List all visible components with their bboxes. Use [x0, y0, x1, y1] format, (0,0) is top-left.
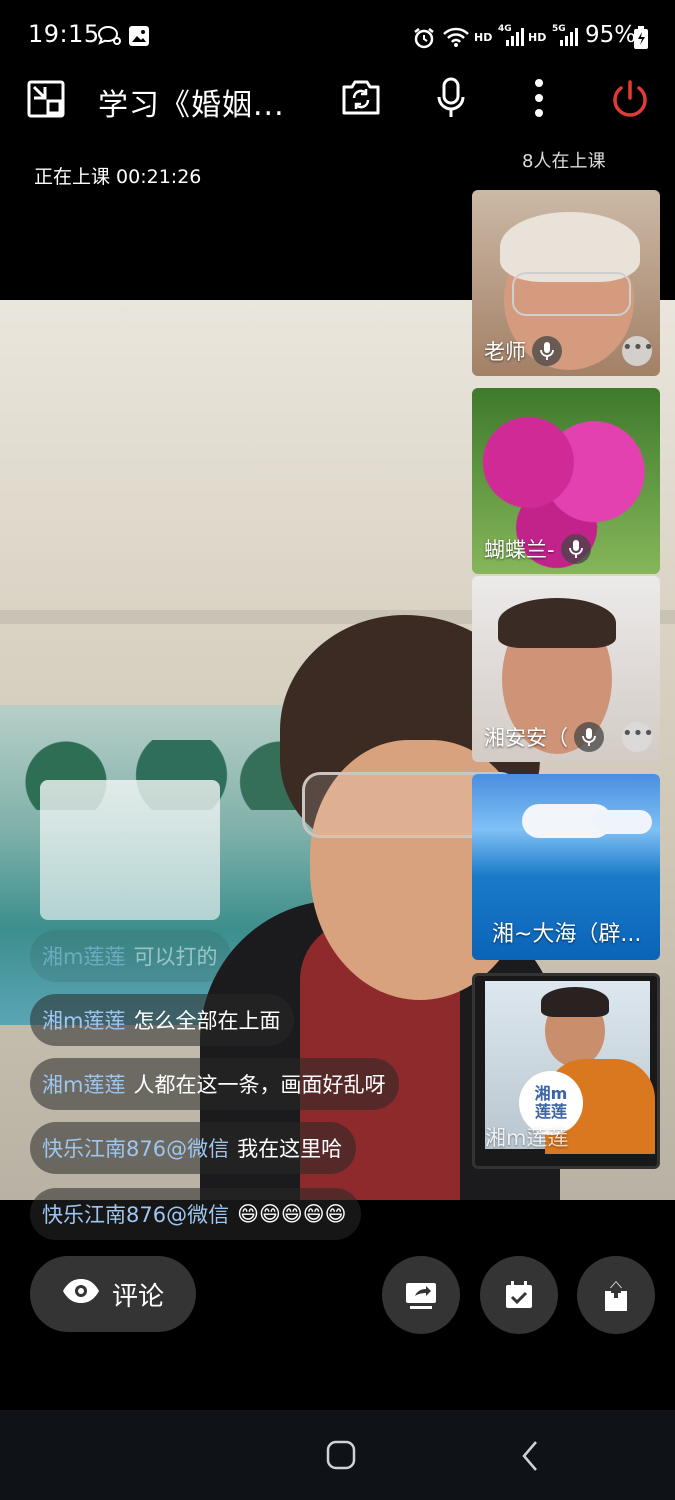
switch-camera-button[interactable]: [340, 78, 382, 120]
chat-sender: 快乐江南876@微信: [42, 1203, 230, 1227]
chat-text: 人都在这一条，画面好乱呀: [133, 1073, 386, 1097]
page-title: 学习《婚姻...: [98, 88, 285, 123]
more-options-button[interactable]: [533, 78, 545, 122]
video-painting-waterfall: [40, 780, 220, 920]
chat-text: 我在这里哈: [237, 1137, 343, 1161]
chat-sender: 湘m莲莲: [42, 945, 126, 969]
eye-icon: [62, 1278, 100, 1311]
share-button[interactable]: [577, 1256, 655, 1334]
chat-notification-icon: [96, 24, 122, 52]
home-button[interactable]: [326, 1440, 356, 1474]
participant-tile-self[interactable]: 湘m 莲莲 湘m莲莲: [472, 973, 660, 1169]
back-button[interactable]: [520, 1440, 540, 1476]
screen-share-button[interactable]: [382, 1256, 460, 1334]
hd-label-1: HD: [474, 31, 493, 44]
chat-sender: 快乐江南876@微信: [42, 1137, 230, 1161]
comment-toggle-button[interactable]: 评论: [30, 1256, 196, 1332]
chat-message: 快乐江南876@微信 我在这里哈: [30, 1122, 357, 1174]
participant-hair: [541, 987, 609, 1017]
chat-message: 湘m莲莲 可以打的: [30, 930, 232, 982]
participant-count: 8人在上课: [522, 151, 606, 172]
sign-in-button[interactable]: [480, 1256, 558, 1334]
participant-more-icon[interactable]: •••: [622, 336, 654, 366]
chat-message: 快乐江南876@微信 😄😄😄😄😄: [30, 1188, 361, 1240]
chat-text: 可以打的: [133, 945, 218, 969]
gallery-notification-icon: [128, 25, 150, 51]
participant-tile-4[interactable]: 湘~大海（辟...: [472, 774, 660, 960]
class-status-timer: 正在上课 00:21:26: [34, 166, 202, 188]
participant-tile-3[interactable]: 湘安安（ •••: [472, 576, 660, 762]
participant-name-row: 蝴蝶兰-: [484, 534, 591, 564]
5g-label: 5G: [552, 24, 566, 34]
participant-name: 蝴蝶兰-: [484, 538, 555, 562]
chat-message: 湘m莲莲 怎么全部在上面: [30, 994, 295, 1046]
comment-label: 评论: [111, 1281, 164, 1312]
battery-icon: [633, 26, 649, 54]
participant-name: 湘安安（: [484, 726, 568, 750]
participant-glasses: [512, 272, 631, 316]
signal-5g-icon: 5G: [552, 24, 578, 52]
participant-hair: [498, 598, 616, 648]
minimize-window-button[interactable]: [26, 79, 66, 123]
alarm-icon: [412, 26, 436, 54]
battery-percent: 95%: [585, 22, 637, 48]
mic-icon: [574, 722, 604, 752]
chat-message: 湘m莲莲 人都在这一条，画面好乱呀: [30, 1058, 400, 1110]
participant-tile-teacher[interactable]: 老师 •••: [472, 190, 660, 376]
microphone-button[interactable]: [436, 77, 466, 123]
signal-4g-icon: 4G: [498, 24, 524, 52]
system-nav-bar: [0, 1410, 675, 1500]
chat-text: 😄😄😄😄😄: [237, 1202, 347, 1226]
participant-name: 老师: [484, 340, 526, 364]
participant-name-row: 老师: [484, 336, 562, 366]
participant-name: 湘m莲莲: [485, 1126, 569, 1150]
mic-icon: [532, 336, 562, 366]
chat-sender: 湘m莲莲: [42, 1009, 126, 1033]
participant-name: 湘~大海（辟...: [492, 922, 642, 947]
chat-text: 怎么全部在上面: [133, 1009, 281, 1033]
status-bar: 19:15 HD 4G HD 5G 95%: [0, 0, 675, 75]
chat-sender: 湘m莲莲: [42, 1073, 126, 1097]
exit-class-button[interactable]: [609, 78, 651, 124]
participant-tile-2[interactable]: 蝴蝶兰-: [472, 388, 660, 574]
cloud-shape: [592, 810, 652, 834]
status-time: 19:15: [28, 20, 100, 48]
wifi-icon: [442, 26, 470, 52]
participant-more-icon[interactable]: •••: [622, 722, 654, 752]
participant-name-row: 湘安安（: [484, 722, 604, 752]
hd-label-2: HD: [528, 31, 547, 44]
mic-icon: [560, 534, 591, 564]
4g-label: 4G: [498, 24, 512, 34]
